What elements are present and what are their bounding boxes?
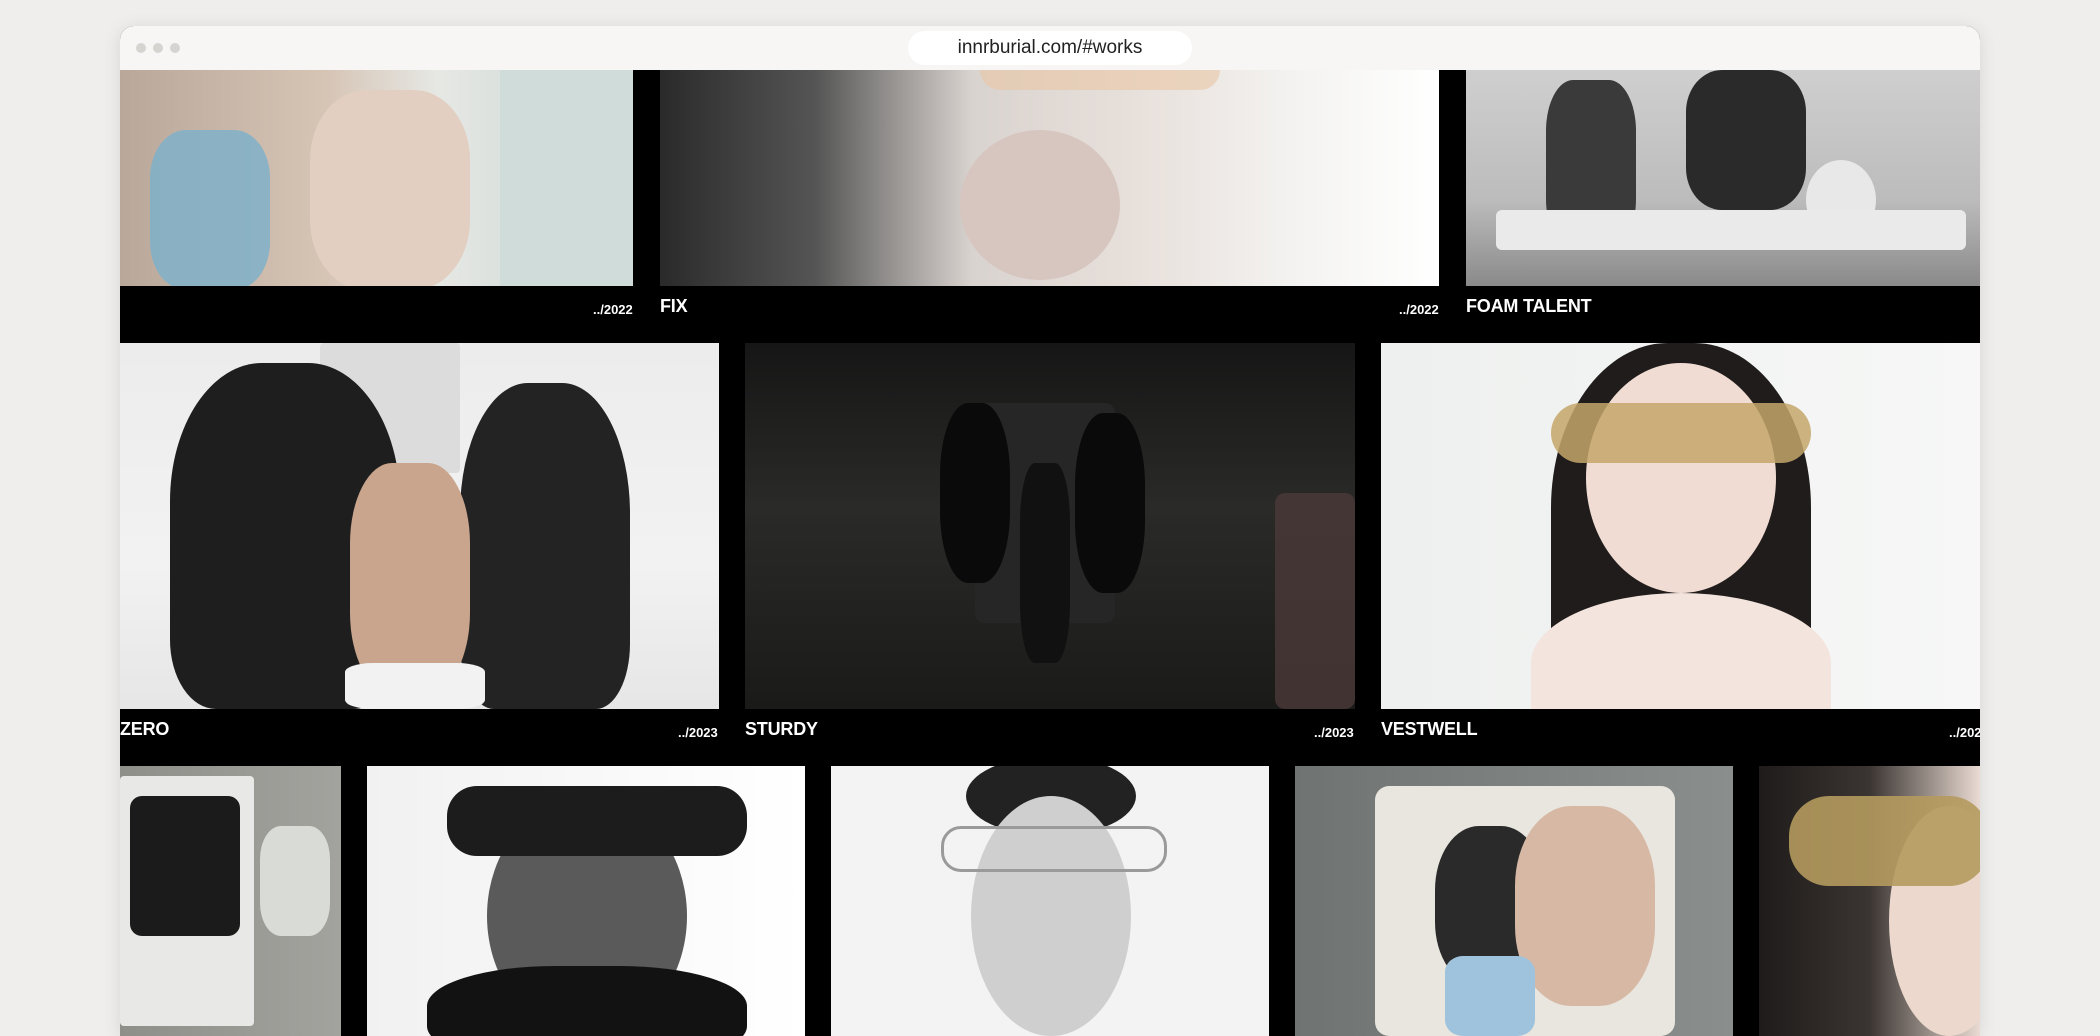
work-title[interactable]: STURDY (745, 719, 818, 740)
work-year: ../2022 (593, 302, 633, 317)
work-title[interactable]: FOAM TALENT (1466, 296, 1592, 317)
work-year: ../202 (1949, 725, 1980, 740)
work-thumbnail-fix[interactable] (660, 70, 1439, 286)
work-thumbnail-couple-bed[interactable] (120, 70, 633, 286)
window-maximize-dot[interactable] (170, 43, 180, 53)
work-thumbnail-sunglasses-portrait[interactable] (367, 766, 805, 1036)
work-thumbnail-sturdy[interactable] (745, 343, 1355, 709)
address-bar[interactable]: innrburial.com/#works (908, 31, 1192, 65)
work-year: ../2023 (1314, 725, 1354, 740)
window-close-dot[interactable] (136, 43, 146, 53)
work-thumbnail-zero[interactable] (120, 343, 719, 709)
work-thumbnail-man-glasses[interactable] (831, 766, 1269, 1036)
browser-window: innrburial.com/#works ../2022 FIX ../202… (120, 26, 1980, 1036)
work-thumbnail-foam-talent[interactable] (1466, 70, 1980, 286)
work-thumbnail-couple-mattress[interactable] (1295, 766, 1733, 1036)
work-title[interactable]: FIX (660, 296, 688, 317)
work-thumbnail-sunglasses-profile[interactable] (1759, 766, 1980, 1036)
work-year: ../2022 (1399, 302, 1439, 317)
work-year: ../2023 (678, 725, 718, 740)
work-title[interactable]: VESTWELL (1381, 719, 1478, 740)
work-title[interactable]: ZERO (120, 719, 169, 740)
works-grid: ../2022 FIX ../2022 FOAM TALENT ZERO ../… (120, 70, 1980, 1036)
browser-chrome: innrburial.com/#works (120, 26, 1980, 70)
window-minimize-dot[interactable] (153, 43, 163, 53)
work-thumbnail-vestwell[interactable] (1381, 343, 1980, 709)
work-thumbnail-camera[interactable] (120, 766, 341, 1036)
